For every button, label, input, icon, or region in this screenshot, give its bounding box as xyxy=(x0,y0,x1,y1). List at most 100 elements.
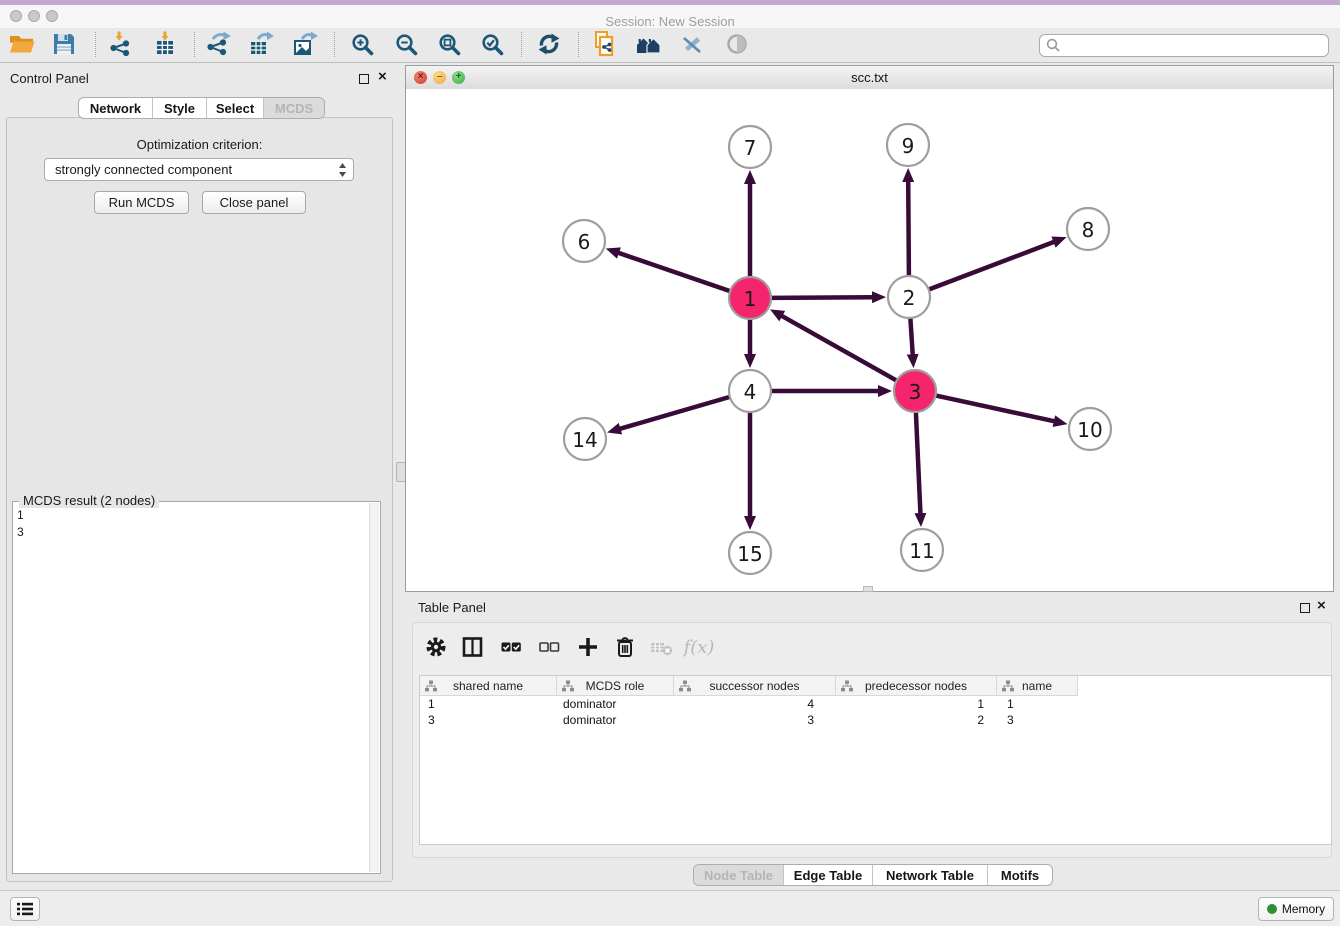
tab-motifs[interactable]: Motifs xyxy=(988,865,1052,885)
save-session-icon[interactable] xyxy=(50,30,78,58)
edge-1-2[interactable] xyxy=(772,297,875,298)
application-window: Session: New Session xyxy=(0,0,1340,926)
table-settings-icon[interactable] xyxy=(423,634,449,660)
delete-table-icon[interactable] xyxy=(649,634,675,660)
table-cell[interactable]: dominator xyxy=(557,713,674,727)
zoom-selected-icon[interactable] xyxy=(478,30,506,58)
node-label-6: 6 xyxy=(578,230,591,254)
node-label-8: 8 xyxy=(1082,218,1095,242)
table-row[interactable]: 1dominator411 xyxy=(420,696,1331,712)
import-table-icon[interactable] xyxy=(151,30,179,58)
search-input[interactable] xyxy=(1039,34,1329,57)
unselect-all-icon[interactable] xyxy=(536,634,562,660)
table-row[interactable]: 3dominator323 xyxy=(420,712,1331,728)
network-from-file-icon[interactable] xyxy=(591,30,619,58)
column-header-MCDS-role[interactable]: MCDS role xyxy=(557,676,674,696)
table-cell[interactable]: dominator xyxy=(557,697,674,711)
export-network-icon[interactable] xyxy=(204,30,232,58)
status-bar xyxy=(0,890,1340,926)
memory-status-icon xyxy=(1267,904,1277,914)
criterion-select[interactable]: strongly connected component xyxy=(44,158,354,181)
column-header-predecessor-nodes[interactable]: predecessor nodes xyxy=(836,676,997,696)
table-cell[interactable]: 1 xyxy=(997,697,1078,711)
edge-1-6[interactable] xyxy=(617,252,730,291)
refresh-icon[interactable] xyxy=(535,30,563,58)
network-view-window: × – + scc.txt 7968124314101511 xyxy=(405,65,1334,592)
memory-button[interactable]: Memory xyxy=(1258,897,1334,921)
criterion-value: strongly connected component xyxy=(55,162,232,177)
control-panel-float-icon[interactable] xyxy=(359,74,369,84)
table-panel-float-icon[interactable] xyxy=(1300,603,1310,613)
hide-graphics-details-icon[interactable] xyxy=(678,30,706,58)
table-cell[interactable]: 3 xyxy=(997,713,1078,727)
export-image-icon[interactable] xyxy=(291,30,319,58)
control-panel-title: Control Panel xyxy=(10,71,89,86)
toolbar-separator xyxy=(334,32,335,57)
network-graph: 7968124314101511 xyxy=(406,89,1333,591)
tab-network[interactable]: Network xyxy=(79,98,153,118)
function-builder-icon[interactable]: f(x) xyxy=(686,634,712,660)
table-cell[interactable]: 1 xyxy=(420,697,557,711)
tab-mcds[interactable]: MCDS xyxy=(264,98,324,118)
optimization-criterion-label: Optimization criterion: xyxy=(6,137,393,152)
tab-edge-table[interactable]: Edge Table xyxy=(784,865,873,885)
table-cell[interactable]: 2 xyxy=(836,713,997,727)
delete-column-icon[interactable] xyxy=(612,634,638,660)
edge-2-9[interactable] xyxy=(908,180,909,276)
select-stepper-icon xyxy=(338,162,347,178)
zoom-in-icon[interactable] xyxy=(348,30,376,58)
add-column-icon[interactable] xyxy=(575,634,601,660)
network-canvas[interactable]: 7968124314101511 xyxy=(406,89,1333,591)
home-icon[interactable] xyxy=(635,30,663,58)
import-network-icon[interactable] xyxy=(106,30,134,58)
table-cell[interactable]: 3 xyxy=(674,713,836,727)
mcds-result-scrollbar[interactable] xyxy=(369,503,379,872)
table-body: 1dominator4113dominator323 xyxy=(420,696,1331,728)
select-all-icon[interactable] xyxy=(498,634,524,660)
tab-select[interactable]: Select xyxy=(207,98,264,118)
search-field xyxy=(1039,34,1329,57)
edge-3-10[interactable] xyxy=(936,396,1056,422)
split-view-icon[interactable] xyxy=(459,634,485,660)
tab-node-table[interactable]: Node Table xyxy=(694,865,784,885)
zoom-out-icon[interactable] xyxy=(392,30,420,58)
column-header-shared-name[interactable]: shared name xyxy=(420,676,557,696)
export-table-icon[interactable] xyxy=(247,30,275,58)
edge-2-8[interactable] xyxy=(929,241,1055,289)
node-table[interactable]: shared nameMCDS rolesuccessor nodesprede… xyxy=(419,675,1332,845)
toolbar-separator xyxy=(578,32,579,57)
node-label-15: 15 xyxy=(737,542,762,566)
table-cell[interactable]: 1 xyxy=(836,697,997,711)
table-panel-close-icon[interactable]: × xyxy=(1317,599,1326,613)
node-label-1: 1 xyxy=(744,287,757,311)
control-panel-close-icon[interactable]: × xyxy=(378,70,387,84)
tab-style[interactable]: Style xyxy=(153,98,207,118)
column-header-successor-nodes[interactable]: successor nodes xyxy=(674,676,836,696)
mcds-result-title: MCDS result (2 nodes) xyxy=(19,493,159,508)
list-icon xyxy=(17,902,33,916)
tab-network-table[interactable]: Network Table xyxy=(873,865,988,885)
node-label-7: 7 xyxy=(744,136,757,160)
table-cell[interactable]: 3 xyxy=(420,713,557,727)
edge-3-1[interactable] xyxy=(781,315,897,380)
network-window-titlebar[interactable]: × – + scc.txt xyxy=(406,66,1333,90)
node-label-3: 3 xyxy=(909,380,922,404)
open-session-icon[interactable] xyxy=(8,30,36,58)
show-graphics-details-icon[interactable] xyxy=(723,30,751,58)
toolbar-separator xyxy=(95,32,96,57)
toolbar-separator xyxy=(521,32,522,57)
network-resize-handle[interactable] xyxy=(863,586,873,592)
node-label-11: 11 xyxy=(909,539,934,563)
toolbar-separator xyxy=(194,32,195,57)
task-history-button[interactable] xyxy=(10,897,40,921)
zoom-fit-icon[interactable] xyxy=(435,30,463,58)
edge-2-3[interactable] xyxy=(910,319,912,357)
mcds-result-text[interactable]: 13 xyxy=(17,507,366,869)
mcds-result-value: 1 xyxy=(17,507,366,524)
table-cell[interactable]: 4 xyxy=(674,697,836,711)
edge-4-14[interactable] xyxy=(619,397,730,429)
column-header-name[interactable]: name xyxy=(997,676,1078,696)
close-panel-button[interactable]: Close panel xyxy=(202,191,306,214)
run-mcds-button[interactable]: Run MCDS xyxy=(94,191,189,214)
edge-3-11[interactable] xyxy=(916,413,921,516)
